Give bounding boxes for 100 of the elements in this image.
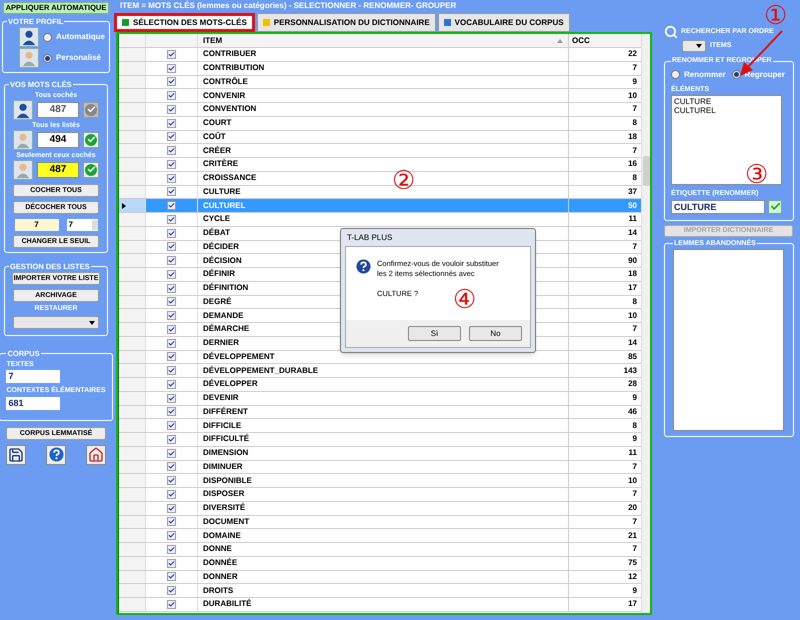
dialog-button[interactable]: Sì <box>408 326 461 341</box>
occurrence-count: 7 <box>632 543 637 556</box>
tab[interactable]: PERSONNALISATION DU DICTIONNAIRE <box>256 13 436 32</box>
item-text: COURT <box>203 117 232 130</box>
occurrence-count: 37 <box>628 186 637 198</box>
occurrence-count: 9 <box>632 76 637 88</box>
tab[interactable]: VOCABULAIRE DU CORPUS <box>438 13 570 32</box>
item-text: CONVENTION <box>203 103 256 116</box>
dialog-title: T-LAB PLUS <box>346 232 394 244</box>
checkbox[interactable] <box>167 187 176 196</box>
item-text: DEMANDE <box>203 310 244 322</box>
column-header[interactable]: OCC <box>572 34 590 46</box>
checkbox[interactable] <box>167 462 176 472</box>
item-text: DÉVELOPPER <box>203 378 258 390</box>
radio-label: Regrouper <box>744 68 785 80</box>
checkbox[interactable] <box>167 174 176 183</box>
radio-button[interactable] <box>732 70 741 79</box>
checkbox[interactable] <box>167 242 176 252</box>
checkbox[interactable] <box>167 338 176 348</box>
checkbox[interactable] <box>167 544 176 554</box>
checkbox[interactable] <box>167 448 176 458</box>
save-icon[interactable] <box>6 444 26 464</box>
checkbox[interactable] <box>167 311 176 320</box>
checkbox[interactable] <box>167 132 176 142</box>
threshold-field[interactable]: 7 <box>14 218 58 230</box>
checkbox[interactable] <box>167 504 176 513</box>
checkbox[interactable] <box>167 270 176 279</box>
person-icon[interactable] <box>19 27 40 48</box>
occurrence-count: 18 <box>628 130 637 143</box>
texts-field: 7 <box>6 370 60 383</box>
checkbox[interactable] <box>167 228 176 238</box>
tab[interactable]: SÉLECTION DES MOTS-CLÉS <box>114 13 255 32</box>
caret-icon <box>89 320 95 325</box>
checkbox[interactable] <box>167 517 176 526</box>
radio-button[interactable] <box>43 54 52 63</box>
occurrence-count: 7 <box>632 103 637 116</box>
occurrence-count: 9 <box>632 392 637 404</box>
checkbox[interactable] <box>167 91 176 100</box>
check-icon[interactable] <box>83 162 99 178</box>
checkbox[interactable] <box>167 50 176 59</box>
occurrence-count: 8 <box>632 420 637 432</box>
checkbox[interactable] <box>167 600 176 609</box>
checkbox[interactable] <box>167 160 176 169</box>
occurrence-count: 7 <box>632 323 637 336</box>
checkbox[interactable] <box>167 297 176 306</box>
page-title: ITEM = MOTS CLÉS (lemmes ou catégories) - SELECTIONNER - RENOMMER- GROUPER <box>119 0 458 12</box>
checkbox[interactable] <box>167 118 176 128</box>
item-text: DOMAINE <box>203 530 241 542</box>
checkbox[interactable] <box>167 256 176 266</box>
item-text: CONTRÔLE <box>203 76 248 88</box>
checkbox[interactable] <box>167 146 176 156</box>
search-icon[interactable] <box>664 25 678 39</box>
confirm-icon[interactable] <box>768 200 782 214</box>
checkbox[interactable] <box>167 407 176 416</box>
column-header[interactable]: ITEM <box>203 34 222 46</box>
check-icon[interactable] <box>83 132 99 148</box>
occurrence-count: 7 <box>632 240 637 253</box>
checkbox[interactable] <box>167 380 176 389</box>
abandoned-list[interactable] <box>673 249 784 431</box>
checkbox[interactable] <box>167 586 176 596</box>
radio-button[interactable] <box>43 32 52 42</box>
question-icon <box>356 259 371 274</box>
checkbox[interactable] <box>167 572 176 582</box>
checkbox[interactable] <box>167 531 176 540</box>
checkbox[interactable] <box>167 394 176 403</box>
radio-button[interactable] <box>671 70 680 79</box>
checkbox[interactable] <box>167 490 176 499</box>
checkbox[interactable] <box>167 434 176 444</box>
help-icon[interactable] <box>46 444 66 464</box>
list-item[interactable]: CULTUREL <box>674 106 779 115</box>
restore-dropdown[interactable] <box>13 316 99 330</box>
checkbox[interactable] <box>167 201 176 210</box>
occurrence-count: 11 <box>628 213 637 226</box>
item-text: DONNÉE <box>203 557 238 570</box>
scrollbar[interactable] <box>641 34 650 613</box>
label-field[interactable]: CULTURE <box>671 200 765 214</box>
home-icon[interactable] <box>86 444 106 464</box>
annotation-number: ③ <box>745 161 768 187</box>
checkbox[interactable] <box>167 324 176 334</box>
check-icon[interactable] <box>83 102 99 118</box>
caret-icon <box>696 44 702 48</box>
order-dropdown[interactable] <box>682 40 706 52</box>
checkbox[interactable] <box>167 214 176 224</box>
item-text: DISPONIBLE <box>203 474 252 487</box>
occurrence-count: 50 <box>628 200 637 212</box>
occurrence-count: 7 <box>632 144 637 157</box>
checkbox[interactable] <box>167 64 176 73</box>
checkbox[interactable] <box>167 352 176 362</box>
threshold-spinner[interactable]: 7 <box>66 218 98 230</box>
person-icon[interactable] <box>13 100 33 120</box>
row-header[interactable] <box>119 199 146 212</box>
list-item[interactable]: CULTURE <box>674 97 779 106</box>
checkbox[interactable] <box>167 558 176 568</box>
checkbox[interactable] <box>167 104 176 114</box>
checkbox[interactable] <box>167 77 176 86</box>
dialog-button[interactable]: No <box>469 326 522 341</box>
checkbox[interactable] <box>167 284 176 293</box>
checkbox[interactable] <box>167 476 176 486</box>
checkbox[interactable] <box>167 366 176 376</box>
checkbox[interactable] <box>167 421 176 430</box>
